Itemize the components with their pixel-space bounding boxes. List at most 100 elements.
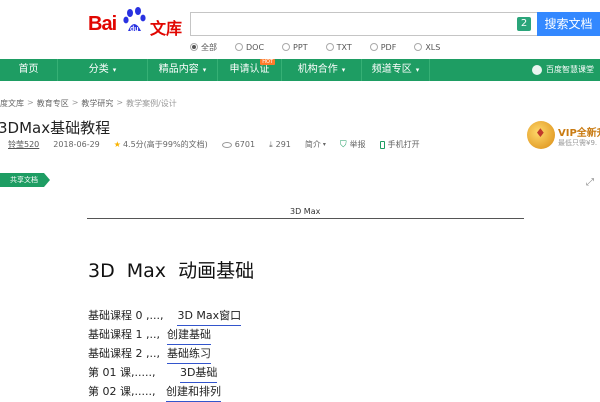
doc-page-header: 3D Max xyxy=(290,207,321,216)
filter-radio[interactable]: PDF xyxy=(369,41,396,53)
bear-icon xyxy=(532,65,542,75)
file-type-filter: 全部 DOC PPT TXT PDF XLS xyxy=(190,41,458,53)
page-title: 3DMax基础教程 xyxy=(0,119,111,137)
vip-title: VIP全新升 xyxy=(558,128,600,139)
radio-dot-icon xyxy=(282,43,291,51)
shield-icon: ⛉ xyxy=(339,139,347,150)
views-count: 6701 xyxy=(234,140,256,149)
toc-row: 第 01 课,....., 3D基础 xyxy=(88,364,241,383)
star-icon: ★ xyxy=(113,140,121,149)
logo-bai-text: Bai xyxy=(88,13,117,35)
search-input[interactable]: 2 xyxy=(190,12,537,36)
filter-label: 全部 xyxy=(201,42,217,52)
filter-radio[interactable]: 全部 xyxy=(190,41,217,53)
filter-radio[interactable]: DOC xyxy=(235,41,264,53)
radio-dot-icon xyxy=(190,43,198,51)
nav-right-link[interactable]: 百度智慧课堂 xyxy=(532,59,600,81)
breadcrumb-item[interactable]: 度文库 xyxy=(0,98,24,109)
breadcrumb-separator: > xyxy=(116,98,124,107)
toc-link[interactable]: 创建基础 xyxy=(166,326,211,345)
nav-right-label: 百度智慧课堂 xyxy=(546,65,594,74)
logo-wenku-text: 文库 xyxy=(150,19,183,38)
hot-badge: HOT xyxy=(260,59,275,65)
rating: ★ 4.5分(高于99%的文档) xyxy=(114,139,208,150)
chevron-down-icon: ▾ xyxy=(322,141,326,148)
nav-item-label: 申请认证 xyxy=(229,64,270,75)
breadcrumb-item[interactable]: 教学研究 xyxy=(81,98,113,109)
filter-label: TXT xyxy=(336,42,352,52)
toc-row: 基础课程 1 ,.., 创建基础 xyxy=(88,326,241,345)
report-link[interactable]: ⛉ 举报 xyxy=(340,139,366,150)
toc-row: 基础课程 0 ,..., 3D Max窗口 xyxy=(88,307,242,326)
toc-label: 基础课程 0 ,..., xyxy=(88,309,178,322)
chevron-down-icon: ▾ xyxy=(202,66,207,74)
report-label: 举报 xyxy=(349,140,366,149)
main-nav: 首页 分类 ▾ 精品内容 ▾ 申请认证 HOT 机构合作 ▾ 频道专区 ▾ 百度智慧课堂 xyxy=(0,59,600,81)
intro-dropdown[interactable]: 简介 ▾ xyxy=(305,139,326,150)
radio-dot-icon xyxy=(414,43,423,51)
toc-row: 第 02 课,....., 创建和排列 xyxy=(88,383,241,402)
nav-item-label: 机构合作 xyxy=(297,64,338,75)
toc-label: 基础课程 1 ,.., xyxy=(88,328,167,341)
nav-item[interactable]: 精品内容 ▾ xyxy=(148,59,218,81)
downloads: ⤓ 291 xyxy=(269,140,291,150)
nav-item-label: 首页 xyxy=(18,64,39,75)
intro-label: 简介 xyxy=(304,140,321,149)
doc-toc: 基础课程 0 ,..., 3D Max窗口 基础课程 1 ,.., 创建基础 基础课… xyxy=(88,307,242,402)
radio-dot-icon xyxy=(235,43,243,51)
toc-link[interactable]: 基础练习 xyxy=(166,345,211,364)
rating-text: 4.5分(高于99%的文档) xyxy=(122,140,208,149)
share-doc-tag: 共享文档 xyxy=(0,173,50,187)
radio-dot-icon xyxy=(369,43,378,51)
paw-icon: du xyxy=(123,7,146,33)
chevron-down-icon: ▾ xyxy=(415,66,420,74)
toc-link[interactable]: 3D基础 xyxy=(179,364,218,383)
fullscreen-icon[interactable]: ⤢ xyxy=(586,177,598,189)
nav-item-label: 频道专区 xyxy=(371,64,412,75)
filter-radio[interactable]: XLS xyxy=(414,41,440,53)
vip-badge-icon xyxy=(527,121,555,149)
toc-link[interactable]: 创建和排列 xyxy=(165,383,221,402)
vip-promo[interactable]: VIP全新升 最低只需¥9. xyxy=(527,121,600,151)
filter-radio[interactable]: TXT xyxy=(325,41,352,53)
toc-row: 基础课程 2 ,.., 基础练习 xyxy=(88,345,241,364)
breadcrumb-separator: > xyxy=(27,98,34,107)
download-icon: ⤓ xyxy=(269,139,273,149)
top-bar: Bai du 文库 2 搜索文档 全部 DOC PPT TXT PDF XLS xyxy=(0,0,600,60)
phone-icon xyxy=(379,140,385,149)
doc-heading: 3D Max 动画基础 xyxy=(88,260,255,282)
breadcrumb: 度文库 > 教育专区 > 教学研究 > 教学案例/设计 xyxy=(0,98,180,109)
uploader-link[interactable]: 铃莹520 xyxy=(8,139,39,150)
nav-item[interactable]: 机构合作 ▾ xyxy=(282,59,362,81)
vip-subtitle: 最低只需¥9. xyxy=(558,139,598,147)
doc-header-rule xyxy=(87,218,524,219)
filter-label: DOC xyxy=(246,42,265,52)
search-button[interactable]: 搜索文档 xyxy=(537,12,600,36)
filter-label: PPT xyxy=(293,42,308,52)
toc-label: 基础课程 2 ,.., xyxy=(88,347,167,360)
chevron-down-icon: ▾ xyxy=(341,66,346,74)
baidu-wenku-logo[interactable]: Bai du 文库 xyxy=(88,7,188,43)
downloads-count: 291 xyxy=(275,140,291,149)
nav-item-label: 分类 xyxy=(88,64,109,75)
nav-item[interactable]: 首页 xyxy=(0,59,58,81)
toc-label: 第 01 课,....., xyxy=(88,366,180,379)
nav-item[interactable]: 申请认证 HOT xyxy=(218,59,282,81)
breadcrumb-separator: > xyxy=(71,98,79,107)
breadcrumb-item[interactable]: 教学案例/设计 xyxy=(126,98,177,109)
upload-date: 2018-06-29 xyxy=(53,140,100,149)
filter-radio[interactable]: PPT xyxy=(282,41,308,53)
mobile-label: 手机打开 xyxy=(387,140,420,149)
doc-meta: 铃莹520 2018-06-29 ★ 4.5分(高于99%的文档) 6701 ⤓ 2… xyxy=(8,139,434,150)
breadcrumb-item[interactable]: 教育专区 xyxy=(37,98,69,109)
nav-item[interactable]: 分类 ▾ xyxy=(58,59,148,81)
views: 6701 xyxy=(221,140,256,149)
nav-item[interactable]: 频道专区 ▾ xyxy=(362,59,430,81)
search-count-badge: 2 xyxy=(517,17,531,31)
mobile-open-link[interactable]: 手机打开 xyxy=(379,139,420,150)
filter-label: XLS xyxy=(425,42,441,52)
svg-text:du: du xyxy=(130,26,139,33)
eye-icon xyxy=(221,141,232,148)
toc-link[interactable]: 3D Max窗口 xyxy=(177,307,242,326)
radio-dot-icon xyxy=(325,43,334,51)
